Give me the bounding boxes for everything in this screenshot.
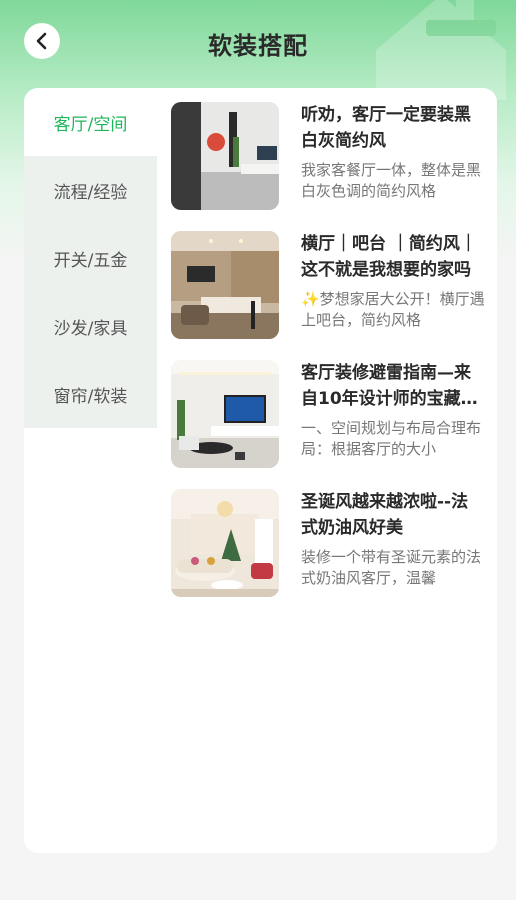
article-title: 圣诞风越来越浓啦--法式奶油风好美 (301, 492, 469, 538)
article-description: 我家客餐厅一体，整体是黑白灰色调的简约风格 (301, 161, 482, 200)
content-card: 客厅/空间 流程/经验 开关/五金 沙发/家具 窗帘/软装 听劝，客厅一定要装黑… (24, 88, 497, 853)
article-thumbnail (171, 102, 279, 210)
category-sidebar: 客厅/空间 流程/经验 开关/五金 沙发/家具 窗帘/软装 (24, 88, 157, 428)
article-description: ✨梦想家居大公开！横厅遇上吧台，简约风格 (301, 290, 485, 329)
article-item[interactable]: 圣诞风越来越浓啦--法式奶油风好美 装修一个带有圣诞元素的法式奶油风客厅，温馨 (171, 489, 491, 618)
article-item[interactable]: 横厅｜吧台 ｜简约风｜这不就是我想要的家吗 ✨梦想家居大公开！横厅遇上吧台，简约… (171, 231, 491, 360)
article-item[interactable]: 客厅装修避雷指南—来自10年设计师的宝藏分享 一、空间规划与布局合理布局：根据客… (171, 360, 491, 489)
article-description: 一、空间规划与布局合理布局：根据客厅的大小 (301, 419, 482, 458)
sidebar-item-process[interactable]: 流程/经验 (24, 156, 157, 224)
article-thumbnail (171, 231, 279, 339)
article-title: 听劝，客厅一定要装黑白灰简约风 (301, 105, 471, 151)
article-description: 装修一个带有圣诞元素的法式奶油风客厅，温馨 (301, 548, 482, 587)
sidebar-item-sofa[interactable]: 沙发/家具 (24, 292, 157, 360)
page-title: 软装搭配 (208, 32, 308, 60)
sidebar-item-curtains[interactable]: 窗帘/软装 (24, 360, 157, 428)
sidebar-item-switches[interactable]: 开关/五金 (24, 224, 157, 292)
sidebar-item-living-room[interactable]: 客厅/空间 (24, 88, 157, 156)
article-list: 听劝，客厅一定要装黑白灰简约风 我家客餐厅一体，整体是黑白灰色调的简约风格 横厅… (171, 102, 491, 618)
article-title: 横厅｜吧台 ｜简约风｜这不就是我想要的家吗 (301, 234, 477, 280)
article-title: 客厅装修避雷指南—来自10年设计师的宝藏分享 (301, 363, 478, 409)
article-thumbnail (171, 360, 279, 468)
article-thumbnail (171, 489, 279, 597)
article-item[interactable]: 听劝，客厅一定要装黑白灰简约风 我家客餐厅一体，整体是黑白灰色调的简约风格 (171, 102, 491, 231)
